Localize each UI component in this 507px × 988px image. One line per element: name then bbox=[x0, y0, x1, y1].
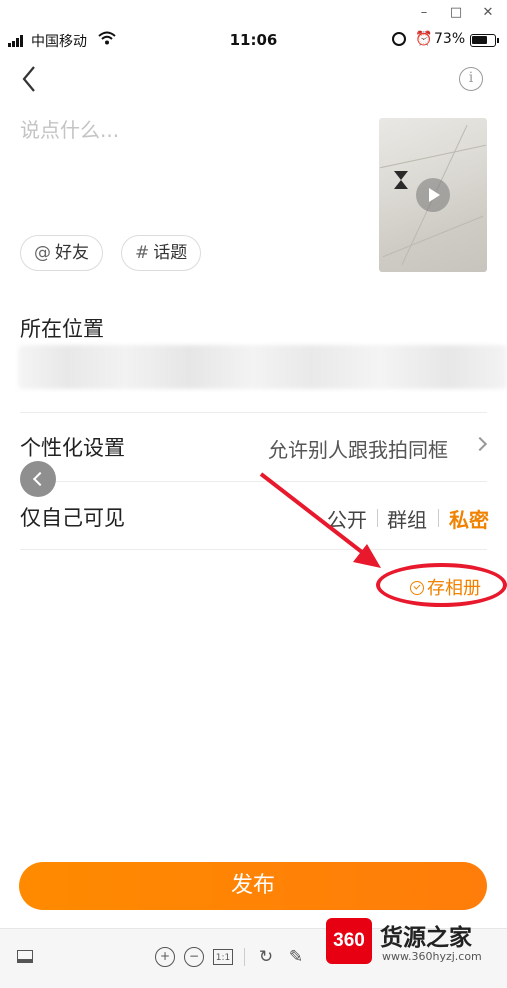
personalization-label[interactable]: 个性化设置 bbox=[20, 432, 125, 462]
compose-input[interactable]: 说点什么... bbox=[20, 114, 360, 154]
watermark-brand: 货源之家 bbox=[380, 925, 472, 951]
separator bbox=[438, 509, 439, 527]
screen-icon[interactable] bbox=[17, 950, 33, 963]
maximize-button[interactable]: □ bbox=[446, 4, 466, 22]
minimize-button[interactable]: – bbox=[414, 4, 434, 22]
close-button[interactable]: ✕ bbox=[478, 4, 498, 22]
topic-label: 话题 bbox=[153, 243, 188, 263]
watermark-logo: 360 bbox=[326, 918, 372, 964]
at-icon: @ bbox=[34, 243, 51, 263]
hashtag-icon: # bbox=[135, 243, 150, 263]
alarm-icon: ⏰ bbox=[415, 31, 433, 47]
divider bbox=[20, 481, 487, 482]
actual-size-icon[interactable]: 1:1 bbox=[213, 949, 233, 965]
back-arrow-icon[interactable] bbox=[18, 62, 44, 96]
rotation-lock-icon bbox=[392, 32, 406, 46]
hourglass-icon bbox=[394, 171, 408, 189]
rotate-icon[interactable]: ↻ bbox=[256, 947, 276, 967]
separator bbox=[244, 948, 245, 966]
video-thumbnail[interactable] bbox=[379, 118, 487, 272]
status-bar: 中国移动 11:06 ⏰ 73% bbox=[0, 27, 507, 53]
chevron-right-icon[interactable] bbox=[472, 436, 488, 452]
info-icon[interactable]: i bbox=[459, 67, 483, 91]
location-suggestions[interactable] bbox=[18, 345, 507, 389]
annotation-circle bbox=[376, 563, 507, 607]
publish-button[interactable]: 发布 bbox=[19, 862, 487, 910]
visibility-private[interactable]: 私密 bbox=[449, 504, 489, 533]
battery-percent: 73% bbox=[434, 31, 466, 47]
window-title-bar: – □ ✕ bbox=[0, 0, 507, 26]
annotation-arrow bbox=[259, 472, 381, 568]
zoom-in-icon[interactable]: + bbox=[155, 947, 175, 967]
mention-friends-button[interactable]: @ 好友 bbox=[20, 235, 103, 271]
personalization-value[interactable]: 允许别人跟我拍同框 bbox=[268, 434, 448, 463]
divider bbox=[20, 412, 487, 413]
edit-icon[interactable]: ✎ bbox=[286, 947, 306, 967]
play-icon[interactable] bbox=[416, 178, 450, 212]
visibility-label: 仅自己可见 bbox=[20, 506, 125, 530]
watermark-url: www.360hyzj.com bbox=[382, 950, 482, 963]
battery-icon bbox=[470, 34, 496, 47]
topic-button[interactable]: # 话题 bbox=[121, 235, 202, 271]
mention-label: 好友 bbox=[55, 243, 89, 263]
location-label: 所在位置 bbox=[20, 317, 104, 341]
floating-back-button[interactable] bbox=[20, 461, 56, 497]
zoom-out-icon[interactable]: − bbox=[184, 947, 204, 967]
battery-cap bbox=[497, 38, 499, 43]
divider bbox=[20, 549, 487, 550]
